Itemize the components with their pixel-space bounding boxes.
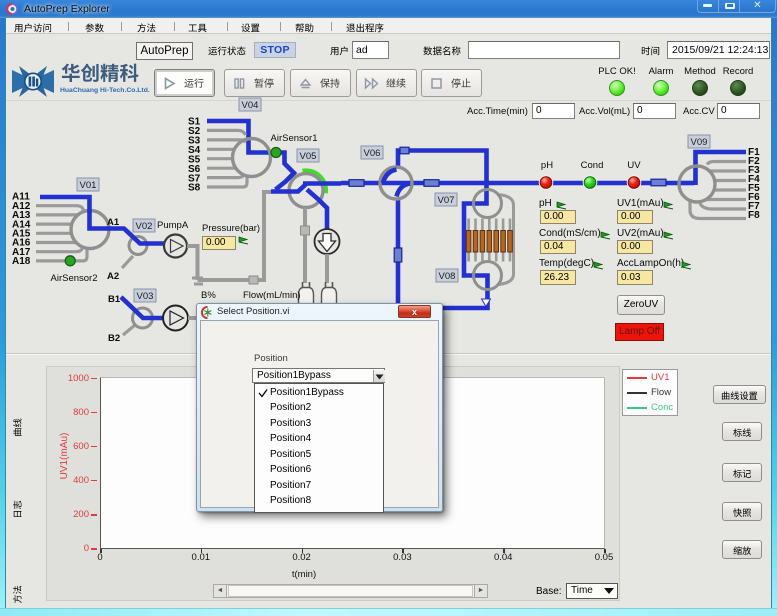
svg-text:AirSensor2: AirSensor2 [51, 273, 98, 284]
svg-text:V04: V04 [242, 100, 259, 111]
svg-text:V08: V08 [439, 271, 456, 282]
svg-text:B%: B% [201, 290, 216, 301]
svg-text:pH: pH [541, 160, 553, 171]
svg-text:V01: V01 [80, 180, 97, 191]
svg-text:A2: A2 [107, 271, 119, 282]
svg-text:B2: B2 [108, 333, 120, 344]
svg-text:V09: V09 [691, 137, 708, 148]
svg-text:UV: UV [627, 160, 641, 171]
svg-text:B1: B1 [108, 294, 121, 305]
svg-text:V02: V02 [136, 221, 153, 232]
svg-text:S8: S8 [188, 183, 201, 194]
svg-text:Cond: Cond [581, 160, 604, 171]
svg-text:V07: V07 [438, 195, 455, 206]
svg-text:AirSensor1: AirSensor1 [271, 133, 318, 144]
svg-text:V05: V05 [300, 151, 317, 162]
svg-text:F8: F8 [748, 210, 760, 221]
svg-text:A18: A18 [12, 256, 31, 267]
svg-text:PumpA: PumpA [157, 220, 189, 231]
svg-text:Flow(mL/min): Flow(mL/min) [243, 290, 301, 301]
svg-text:V03: V03 [137, 291, 154, 302]
svg-text:V06: V06 [364, 148, 381, 159]
